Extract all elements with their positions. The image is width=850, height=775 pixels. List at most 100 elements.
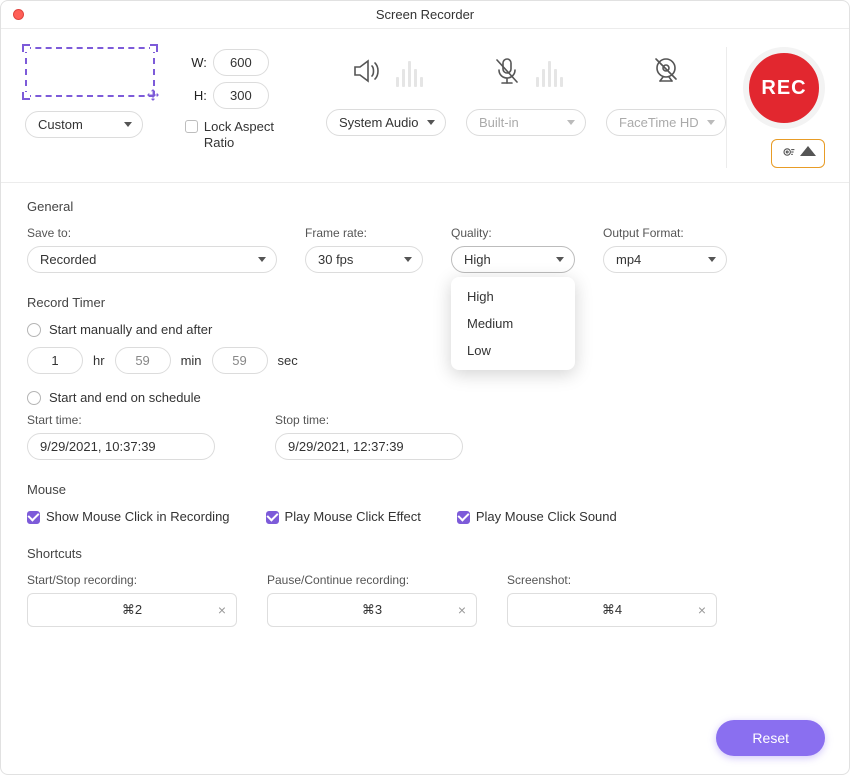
audio-source-select[interactable]: System Audio (326, 109, 446, 136)
quality-option-high[interactable]: High (451, 283, 575, 310)
chevron-up-icon (800, 144, 816, 163)
settings-panel: General Save to: Recorded Frame rate: 30… (1, 183, 849, 710)
lock-aspect-label: Lock Aspect Ratio (204, 119, 292, 150)
width-label: W: (185, 55, 207, 70)
window-title: Screen Recorder (376, 7, 474, 22)
close-window-icon[interactable] (13, 9, 24, 20)
general-section: General Save to: Recorded Frame rate: 30… (27, 199, 823, 273)
quality-label: Quality: (451, 226, 575, 240)
clear-icon[interactable]: × (458, 603, 466, 617)
resize-handle-tr[interactable] (150, 44, 158, 52)
traffic-lights (13, 9, 24, 20)
camera-source-select[interactable]: FaceTime HD (606, 109, 726, 136)
output-format-value: mp4 (616, 252, 641, 267)
stop-time-value: 9/29/2021, 12:37:39 (288, 439, 404, 454)
general-row: Save to: Recorded Frame rate: 30 fps Qua… (27, 226, 823, 273)
frame-rate-value: 30 fps (318, 252, 353, 267)
save-to-select[interactable]: Recorded (27, 246, 277, 273)
quality-select[interactable]: High (451, 246, 575, 273)
shortcut-pausecontinue-label: Pause/Continue recording: (267, 573, 477, 587)
lock-aspect-checkbox[interactable] (185, 120, 198, 133)
shortcuts-section: Shortcuts Start/Stop recording: ⌘2 × Pau… (27, 546, 823, 627)
settings-toggle-button[interactable] (771, 139, 825, 168)
width-row: W: 600 (185, 49, 292, 76)
mouse-play-sound-option[interactable]: Play Mouse Click Sound (457, 509, 617, 524)
chevron-down-icon (707, 120, 715, 126)
resize-handle-bl[interactable] (22, 92, 30, 100)
chevron-down-icon (556, 257, 564, 263)
start-time-field: Start time: 9/29/2021, 10:37:39 (27, 413, 215, 460)
root-window: Screen Recorder Custom W: 600 (0, 0, 850, 775)
timer-hours-input[interactable]: 1 (27, 347, 83, 374)
gear-icon (780, 144, 796, 163)
shortcut-screenshot-label: Screenshot: (507, 573, 717, 587)
height-label: H: (185, 88, 207, 103)
frame-rate-label: Frame rate: (305, 226, 423, 240)
mic-source-select[interactable]: Built-in (466, 109, 586, 136)
quality-field: Quality: High High Medium Low (451, 226, 575, 273)
reset-button[interactable]: Reset (716, 720, 825, 756)
shortcut-pausecontinue-input[interactable]: ⌘3 × (267, 593, 477, 627)
mouse-section: Mouse Show Mouse Click in Recording Play… (27, 482, 823, 524)
quality-option-low[interactable]: Low (451, 337, 575, 364)
start-time-input[interactable]: 9/29/2021, 10:37:39 (27, 433, 215, 460)
shortcut-startstop-input[interactable]: ⌘2 × (27, 593, 237, 627)
capture-mode-value: Custom (38, 117, 83, 132)
chevron-down-icon (258, 257, 266, 263)
clear-icon[interactable]: × (698, 603, 706, 617)
timer-heading: Record Timer (27, 295, 823, 310)
chevron-down-icon (708, 257, 716, 263)
shortcut-screenshot-input[interactable]: ⌘4 × (507, 593, 717, 627)
webcam-off-icon (649, 54, 683, 91)
timer-minutes-input[interactable]: 59 (115, 347, 171, 374)
shortcuts-row: Start/Stop recording: ⌘2 × Pause/Continu… (27, 573, 823, 627)
sizing-block: W: 600 H: 300 Lock Aspect Ratio (185, 47, 292, 150)
camera-icon-row (649, 47, 683, 97)
mouse-show-click-checkbox[interactable] (27, 511, 40, 524)
capture-region-preview[interactable] (25, 47, 155, 97)
width-input[interactable]: 600 (213, 49, 269, 76)
start-time-value: 9/29/2021, 10:37:39 (40, 439, 156, 454)
mouse-play-effect-checkbox[interactable] (266, 511, 279, 524)
shortcut-startstop-label: Start/Stop recording: (27, 573, 237, 587)
camera-source-value: FaceTime HD (619, 115, 699, 130)
timer-section: Record Timer Start manually and end afte… (27, 295, 823, 460)
timer-minutes-unit: min (181, 353, 202, 368)
shortcut-screenshot-value: ⌘4 (602, 602, 622, 618)
mouse-play-effect-option[interactable]: Play Mouse Click Effect (266, 509, 421, 524)
schedule-times: Start time: 9/29/2021, 10:37:39 Stop tim… (27, 413, 823, 460)
timer-duration-inputs: 1 hr 59 min 59 sec (27, 347, 823, 374)
frame-rate-select[interactable]: 30 fps (305, 246, 423, 273)
chevron-down-icon (427, 120, 435, 126)
chevron-down-icon (124, 122, 132, 128)
chevron-down-icon (567, 120, 575, 126)
resize-handle-tl[interactable] (22, 44, 30, 52)
timer-manual-label: Start manually and end after (49, 322, 212, 337)
timer-schedule-radio[interactable] (27, 391, 41, 405)
mouse-show-click-option[interactable]: Show Mouse Click in Recording (27, 509, 230, 524)
capture-mode-select[interactable]: Custom (25, 111, 143, 138)
mouse-play-sound-label: Play Mouse Click Sound (476, 509, 617, 524)
mic-source-value: Built-in (479, 115, 519, 130)
titlebar: Screen Recorder (1, 1, 849, 29)
shortcuts-heading: Shortcuts (27, 546, 823, 561)
clear-icon[interactable]: × (218, 603, 226, 617)
chevron-down-icon (404, 257, 412, 263)
quality-dropdown: High Medium Low (451, 277, 575, 370)
record-button[interactable]: REC (743, 47, 825, 129)
lock-aspect-row: Lock Aspect Ratio (185, 119, 292, 150)
height-input[interactable]: 300 (213, 82, 269, 109)
output-format-field: Output Format: mp4 (603, 226, 727, 273)
save-to-label: Save to: (27, 226, 277, 240)
timer-manual-radio[interactable] (27, 323, 41, 337)
output-format-select[interactable]: mp4 (603, 246, 727, 273)
stop-time-input[interactable]: 9/29/2021, 12:37:39 (275, 433, 463, 460)
save-to-value: Recorded (40, 252, 96, 267)
microphone-off-icon (490, 54, 524, 91)
timer-seconds-unit: sec (278, 353, 298, 368)
move-handle-icon[interactable] (147, 89, 159, 101)
timer-seconds-input[interactable]: 59 (212, 347, 268, 374)
mouse-play-sound-checkbox[interactable] (457, 511, 470, 524)
audio-icon-row (350, 47, 423, 97)
quality-option-medium[interactable]: Medium (451, 310, 575, 337)
